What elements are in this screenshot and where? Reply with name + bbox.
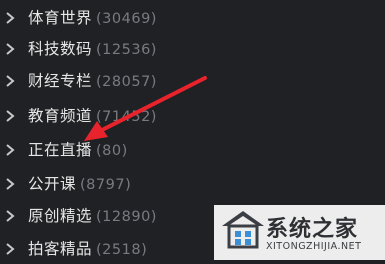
category-label: 体育世界 xyxy=(28,9,93,27)
category-count: (71452) xyxy=(96,109,157,125)
watermark-title: 系统之家 xyxy=(266,217,359,242)
chevron-right-icon xyxy=(6,144,15,156)
chevron-right-icon xyxy=(6,243,15,255)
category-count: (12890) xyxy=(96,209,157,225)
category-item-education[interactable]: 教育频道 (71452) xyxy=(0,101,385,131)
chevron-right-icon xyxy=(6,75,15,87)
category-label: 原创精选 xyxy=(28,207,93,225)
category-item-open-course[interactable]: 公开课 (8797) xyxy=(0,169,385,199)
category-label: 财经专栏 xyxy=(28,72,93,90)
watermark: 系统之家 XITONGZHIJIA.NET xyxy=(214,205,385,260)
category-count: (2518) xyxy=(96,242,148,258)
category-label: 公开课 xyxy=(28,175,77,193)
chevron-right-icon xyxy=(6,110,15,122)
category-item-live[interactable]: 正在直播 (80) xyxy=(0,135,385,165)
category-count: (80) xyxy=(96,143,128,159)
category-item-finance[interactable]: 财经专栏 (28057) xyxy=(0,66,385,96)
category-label: 正在直播 xyxy=(28,141,93,159)
chevron-right-icon xyxy=(6,12,15,24)
category-count: (8797) xyxy=(80,177,132,193)
category-count: (28057) xyxy=(96,74,157,90)
chevron-right-icon xyxy=(6,43,15,55)
chevron-right-icon xyxy=(6,178,15,190)
house-logo-icon xyxy=(222,211,264,249)
category-label: 科技数码 xyxy=(28,40,93,58)
category-item-tech[interactable]: 科技数码 (12536) xyxy=(0,34,385,64)
category-label: 教育频道 xyxy=(28,107,93,125)
category-count: (12536) xyxy=(96,42,157,58)
chevron-right-icon xyxy=(6,210,15,222)
watermark-url: XITONGZHIJIA.NET xyxy=(266,241,362,252)
category-label: 拍客精品 xyxy=(28,240,93,258)
category-item-sports[interactable]: 体育世界 (30469) xyxy=(0,3,385,33)
category-count: (30469) xyxy=(96,11,157,27)
